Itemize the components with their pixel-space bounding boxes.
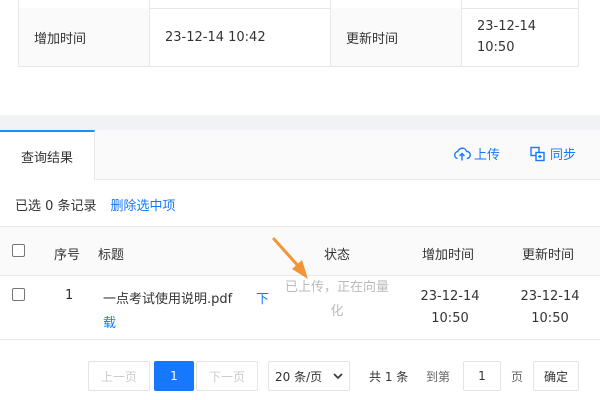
total-count: 共 1 条 [369, 370, 409, 384]
row-updated-date: 23-12-14 [520, 289, 580, 304]
column-index: 序号 [54, 248, 81, 263]
annotation-arrow-icon [272, 237, 308, 279]
selection-summary: 已选 0 条记录 [15, 199, 97, 214]
detail-value-updated-time: 10:50 [477, 40, 515, 55]
detail-label-created: 增加时间 [19, 8, 149, 66]
row-updated: 23-12-14 10:50 [512, 286, 588, 330]
detail-value-created: 23-12-14 10:42 [165, 29, 266, 45]
page-size-select[interactable]: 20 条/页 [268, 361, 350, 391]
column-updated: 更新时间 [522, 248, 575, 263]
row-created-date: 23-12-14 [420, 289, 480, 304]
column-status: 状态 [324, 248, 351, 263]
sync-button[interactable]: 同步 [529, 144, 576, 163]
section-gap [0, 115, 600, 130]
upload-button[interactable]: 上传 [453, 144, 500, 163]
row-updated-time: 10:50 [531, 311, 569, 326]
column-created: 增加时间 [422, 248, 475, 263]
row-status-line2: 化 [330, 304, 344, 319]
page-1-button[interactable]: 1 [154, 361, 194, 391]
detail-divider [18, 66, 579, 67]
row-created: 23-12-14 10:50 [412, 286, 488, 330]
row-index: 1 [65, 288, 74, 303]
download-link-part2[interactable]: 载 [103, 312, 116, 331]
detail-panel: 增加时间 23-12-14 10:42 更新时间 23-12-14 10:50 [0, 0, 600, 115]
clear-selection-link[interactable]: 删除选中项 [111, 195, 176, 214]
sync-label: 同步 [550, 148, 577, 163]
goto-label: 到第 [426, 370, 451, 384]
row-title: 一点考试使用说明.pdf [103, 292, 233, 307]
detail-label-updated: 更新时间 [331, 8, 461, 66]
page-unit-label: 页 [511, 370, 524, 384]
cloud-upload-icon [454, 147, 471, 160]
column-title: 标题 [98, 248, 125, 263]
goto-page-input[interactable]: 1 [463, 361, 501, 391]
tab-bar: 查询结果 上传 同步 [0, 130, 600, 180]
sync-icon [530, 146, 545, 161]
tab-query-results[interactable]: 查询结果 [0, 130, 95, 180]
download-link-part1[interactable]: 下 [256, 288, 269, 307]
next-page-button[interactable]: 下一页 [196, 361, 258, 391]
page-size-value: 20 条/页 [275, 369, 323, 384]
row-checkbox[interactable] [12, 288, 25, 301]
selection-summary-row: 已选 0 条记录 删除选中项 [15, 195, 176, 214]
row-created-time: 10:50 [431, 311, 469, 326]
goto-confirm-button[interactable]: 确定 [533, 361, 579, 391]
detail-border [578, 0, 579, 67]
select-all-checkbox[interactable] [12, 244, 25, 257]
detail-value-updated: 23-12-14 10:50 [462, 8, 578, 66]
detail-value-updated-date: 23-12-14 [477, 19, 537, 34]
chevron-down-icon [333, 373, 343, 380]
prev-page-button[interactable]: 上一页 [88, 361, 150, 391]
upload-label: 上传 [474, 148, 501, 163]
